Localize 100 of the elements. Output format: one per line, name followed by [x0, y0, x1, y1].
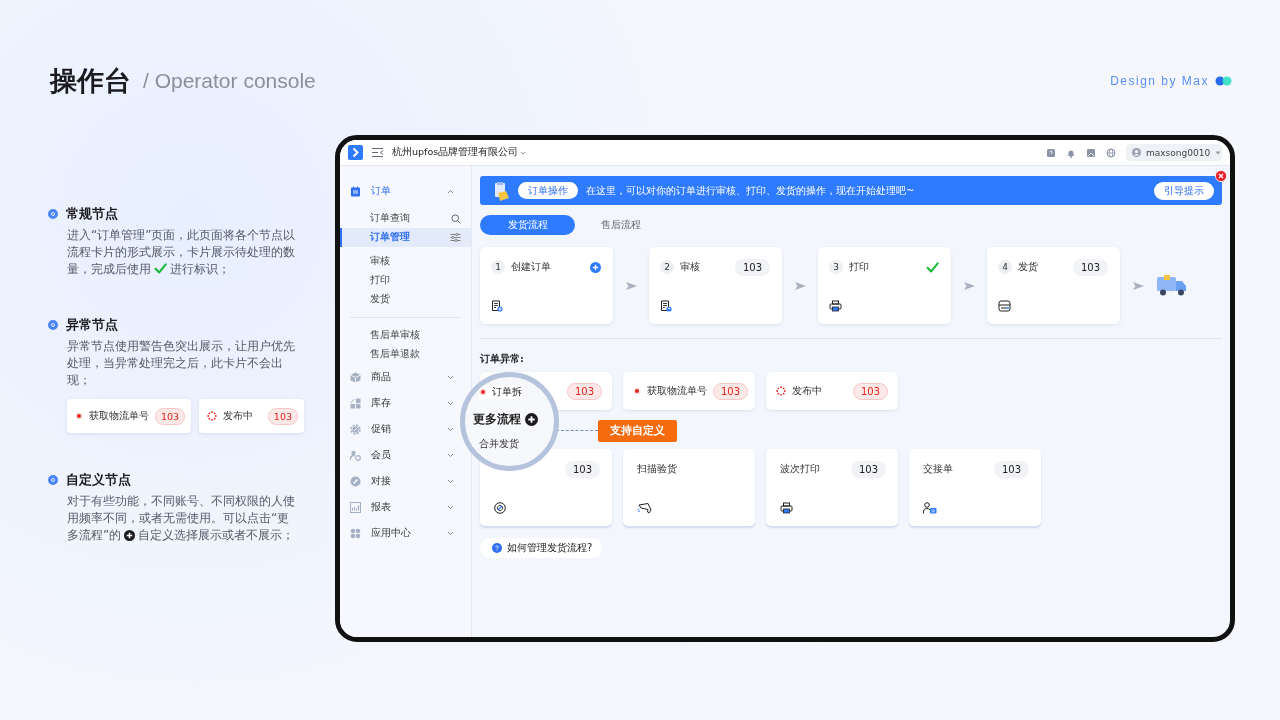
- chevron-down-icon[interactable]: [447, 400, 454, 406]
- step-card[interactable]: 1 创建订单: [480, 247, 613, 324]
- truck-icon: [1156, 274, 1188, 297]
- spinner-icon: [776, 386, 786, 396]
- card-title: 交接单: [923, 462, 954, 476]
- description-text: 异常节点使用警告色突出展示，让用户优先处理，当异常处理完之后，此卡片不会出现；: [67, 338, 296, 389]
- more-flows-label: 更多流程: [473, 411, 521, 428]
- tab[interactable]: 发货流程: [480, 215, 575, 235]
- note-title: 自定义节点: [66, 471, 131, 489]
- sidebar-subitem[interactable]: 打印: [340, 271, 471, 290]
- count-badge: 103: [713, 382, 749, 400]
- card-title: 获取物流单号: [89, 409, 149, 423]
- count-badge: 103: [852, 382, 888, 400]
- warning-dot-icon: [479, 388, 487, 396]
- chevron-down-icon[interactable]: [447, 452, 454, 458]
- logo-icon: [1215, 76, 1232, 86]
- document-user-icon: [660, 300, 672, 312]
- gear-icon: [350, 423, 361, 435]
- step-card[interactable]: 3 打印: [818, 247, 951, 324]
- plus-icon[interactable]: [124, 530, 136, 541]
- document-add-icon: [491, 300, 503, 312]
- chevron-down-icon[interactable]: [447, 426, 454, 432]
- sidebar-subitem[interactable]: 订单管理: [340, 228, 471, 247]
- spinner-icon: [207, 411, 218, 421]
- globe-icon[interactable]: [1106, 147, 1116, 158]
- chevron-down-icon[interactable]: [447, 504, 454, 510]
- count-badge: 103: [155, 407, 186, 425]
- step-number: 3: [829, 260, 843, 274]
- add-icon[interactable]: [590, 261, 601, 273]
- sidebar-item[interactable]: 库存: [340, 390, 460, 416]
- sidebar-item[interactable]: 对接: [340, 468, 460, 494]
- banner-tag: 订单操作: [518, 182, 578, 199]
- card-title: 发布中: [792, 384, 823, 398]
- count-badge: 103: [564, 460, 600, 478]
- close-icon[interactable]: [1215, 170, 1227, 182]
- sidebar-subitem[interactable]: 订单查询: [340, 209, 471, 228]
- chart-icon: [350, 501, 361, 513]
- printer-icon: [780, 502, 793, 514]
- chevron-down-icon[interactable]: [447, 530, 454, 536]
- image-icon[interactable]: [1086, 147, 1096, 158]
- step-card[interactable]: 4 发货 103: [987, 247, 1120, 324]
- clipboard-icon: [492, 180, 510, 201]
- cube-icon: [350, 371, 361, 383]
- help-link[interactable]: 如何管理发货流程?: [480, 538, 603, 558]
- user-name: maxsong0010: [1146, 147, 1211, 158]
- chevron-up-icon[interactable]: [447, 188, 454, 194]
- description-text: 进入“订单管理”页面，此页面将各个节点以流程卡片的形式展示，卡片展示待处理的数量，完成后使用 进行标识；: [67, 227, 297, 278]
- bullet-icon: [48, 475, 58, 485]
- step-number: 4: [998, 260, 1012, 274]
- tab[interactable]: 售后流程: [591, 215, 651, 235]
- check-icon: [154, 262, 167, 275]
- plus-icon[interactable]: [525, 413, 538, 426]
- flow-card[interactable]: 波次打印 103: [766, 449, 898, 526]
- sidebar-item[interactable]: 报表: [340, 494, 460, 520]
- member-icon: [350, 449, 361, 461]
- help-icon[interactable]: [1046, 147, 1056, 158]
- sidebar-item[interactable]: 商品: [340, 364, 460, 390]
- card-title: 订单拆: [492, 385, 522, 399]
- card-title: 发货: [1018, 260, 1039, 274]
- user-card-icon: [923, 502, 937, 514]
- menu-icon[interactable]: [371, 147, 384, 158]
- user-menu[interactable]: maxsong0010: [1126, 144, 1222, 161]
- section-label: 订单异常:: [480, 353, 525, 366]
- bullet-icon: [48, 320, 58, 330]
- calendar-icon: [350, 185, 361, 197]
- sidebar-subitem[interactable]: 发货: [340, 290, 471, 309]
- description-text: 对于有些功能，不同账号、不同权限的人使用频率不同，或者无需使用。可以点击“更多流程”的 自定义选择展示或者不展示；: [67, 493, 296, 544]
- sidebar-subitem[interactable]: 售后单审核: [340, 326, 471, 345]
- sidebar-item[interactable]: 订单: [340, 178, 460, 204]
- count-badge: 103: [993, 460, 1029, 478]
- caret-down-icon: [520, 150, 527, 155]
- card-title: 波次打印: [780, 462, 821, 476]
- slide-subtitle: / Operator console: [143, 69, 316, 93]
- step-number: 2: [660, 260, 674, 274]
- sidebar-item[interactable]: 促销: [340, 416, 460, 442]
- guide-button[interactable]: 引导提示: [1154, 181, 1214, 200]
- exception-card[interactable]: 发布中 103: [766, 372, 898, 410]
- company-selector[interactable]: 杭州upfos品牌管理有限公司: [392, 146, 527, 159]
- count-badge: 103: [267, 407, 298, 425]
- credit-text: Design by Max: [1110, 74, 1209, 88]
- search-icon[interactable]: [451, 213, 461, 224]
- flow-card[interactable]: 交接单 103: [909, 449, 1041, 526]
- check-icon: [926, 260, 939, 274]
- arrow-icon: [1132, 281, 1144, 290]
- note-title: 异常节点: [66, 316, 118, 334]
- sliders-icon[interactable]: [450, 233, 461, 242]
- card-title: 创建订单: [511, 260, 552, 274]
- sidebar-item[interactable]: 应用中心: [340, 520, 460, 546]
- sidebar-item[interactable]: 会员: [340, 442, 460, 468]
- logo-icon[interactable]: [348, 145, 363, 160]
- step-card[interactable]: 2 审核 103: [649, 247, 782, 324]
- card-title: 扫描验货: [637, 462, 678, 476]
- count-badge: 103: [566, 382, 602, 400]
- chevron-down-icon[interactable]: [447, 478, 454, 484]
- chevron-down-icon[interactable]: [447, 374, 454, 380]
- sidebar-subitem[interactable]: 售后单退款: [340, 345, 471, 364]
- flow-card[interactable]: 扫描验货: [623, 449, 755, 526]
- sidebar-subitem[interactable]: 审核: [340, 252, 471, 271]
- arrow-icon: [794, 281, 806, 290]
- exception-card[interactable]: 获取物流单号 103: [623, 372, 755, 410]
